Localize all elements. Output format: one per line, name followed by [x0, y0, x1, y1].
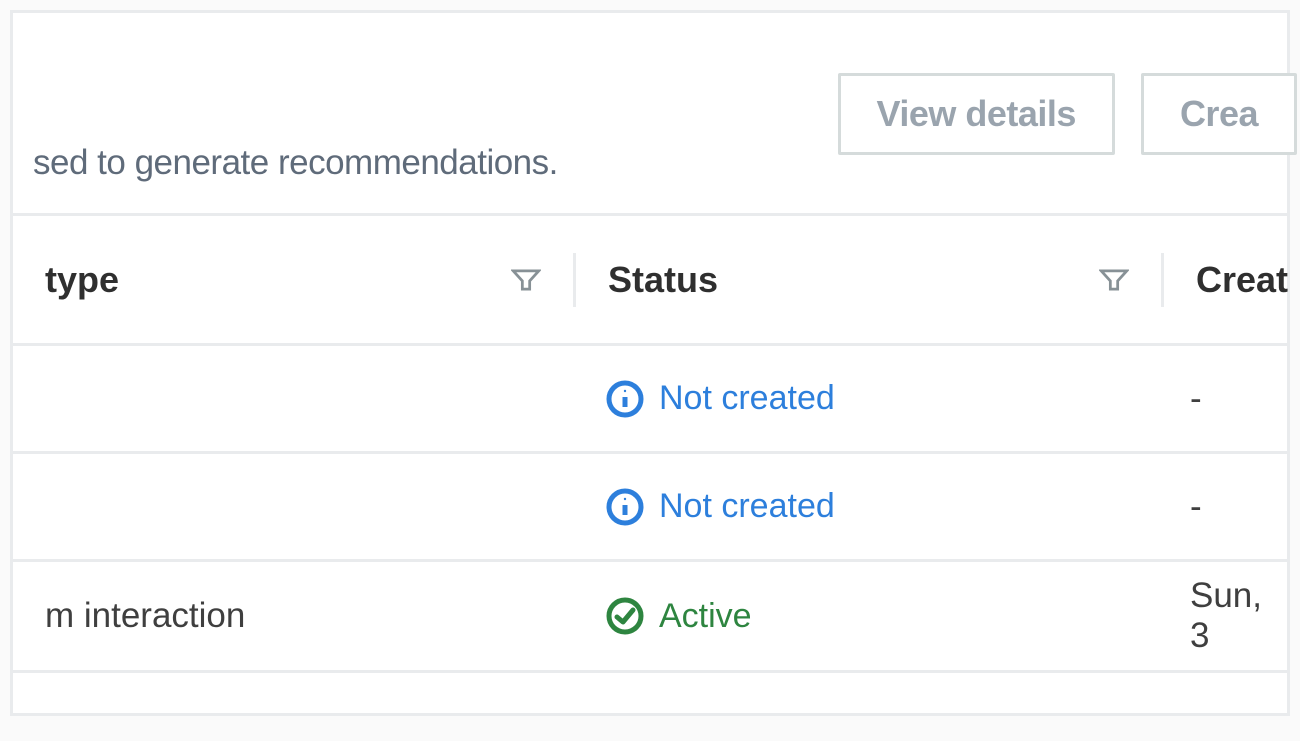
panel: sed to generate recommendations. View de… — [10, 10, 1290, 716]
status-text: Not created — [659, 487, 835, 526]
column-header-text: type — [45, 259, 119, 301]
create-button[interactable]: Crea — [1141, 73, 1297, 155]
cell-status: Active — [573, 596, 1158, 636]
panel-header: sed to generate recommendations. View de… — [13, 13, 1287, 213]
cell-status: Not created — [573, 487, 1158, 527]
description-text: sed to generate recommendations. — [33, 13, 558, 213]
cell-type: m interaction — [13, 596, 573, 636]
cell-text: m interaction — [45, 596, 245, 636]
info-icon — [605, 487, 645, 527]
column-header-created[interactable]: Creat — [1164, 259, 1300, 301]
cell-created: - — [1158, 379, 1287, 419]
cell-status: Not created — [573, 379, 1158, 419]
table-row[interactable]: Not created - — [13, 454, 1287, 562]
status-badge: Not created — [605, 487, 835, 527]
column-header-type[interactable]: type — [13, 259, 573, 301]
status-text: Not created — [659, 379, 835, 418]
view-details-button[interactable]: View details — [838, 73, 1115, 155]
table-row[interactable]: m interaction Active Sun, 3 — [13, 562, 1287, 670]
column-header-text: Creat — [1196, 259, 1288, 301]
filter-icon[interactable] — [1099, 269, 1129, 291]
status-badge: Active — [605, 596, 752, 636]
check-circle-icon — [605, 596, 645, 636]
cell-created: - — [1158, 487, 1287, 527]
cell-text: - — [1190, 487, 1202, 527]
info-icon — [605, 379, 645, 419]
table: type Status — [13, 213, 1287, 673]
status-badge: Not created — [605, 379, 835, 419]
column-header-text: Status — [608, 259, 718, 301]
filter-icon[interactable] — [511, 269, 541, 291]
status-text: Active — [659, 597, 752, 636]
cell-text: - — [1190, 379, 1202, 419]
cell-created: Sun, 3 — [1158, 576, 1294, 656]
cell-text: Sun, 3 — [1190, 576, 1262, 656]
action-buttons: View details Crea — [838, 13, 1268, 155]
column-header-status[interactable]: Status — [576, 259, 1161, 301]
table-row[interactable]: Not created - — [13, 346, 1287, 454]
table-header-row: type Status — [13, 216, 1287, 346]
